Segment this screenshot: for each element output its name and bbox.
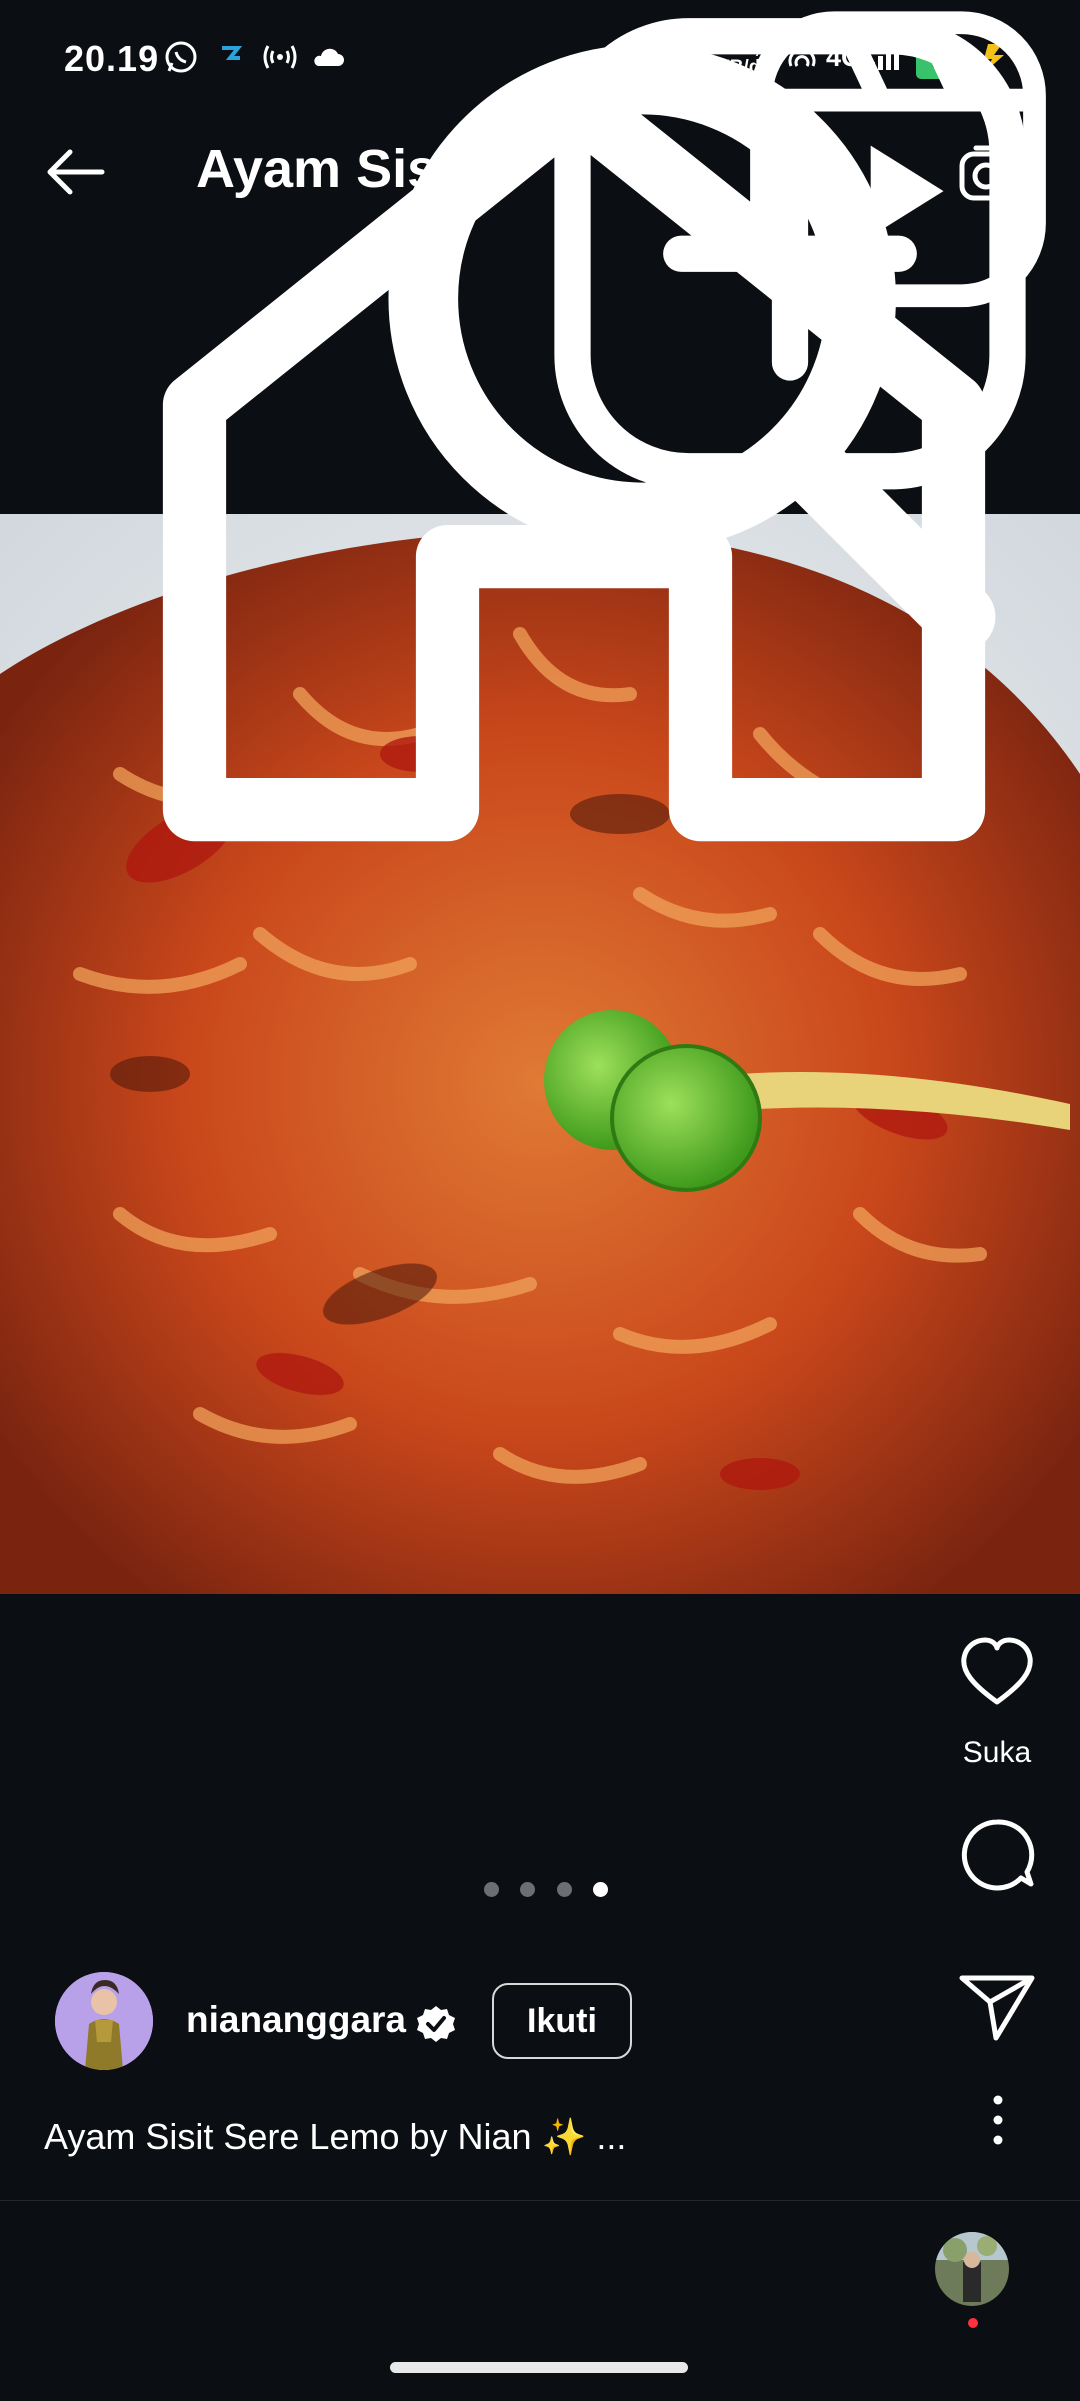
like-heart-icon[interactable]: [952, 1626, 1042, 1716]
post-caption[interactable]: Ayam Sisit Sere Lemo by Nian ✨ ...: [44, 2116, 626, 2158]
carousel-dot: [484, 1882, 499, 1897]
notification-dot: [968, 2318, 978, 2328]
comment-icon[interactable]: [952, 1810, 1042, 1900]
carousel-dot: [556, 1882, 572, 1897]
follow-button[interactable]: Ikuti: [492, 1983, 632, 2059]
verified-badge-icon: [417, 2006, 455, 2042]
profile-avatar[interactable]: [935, 2232, 1009, 2306]
home-gesture-indicator[interactable]: [390, 2362, 688, 2373]
reels-icon[interactable]: [716, 0, 1080, 319]
more-options-icon[interactable]: [980, 2090, 1016, 2150]
author-avatar[interactable]: [55, 1972, 153, 2070]
carousel-dot: [520, 1882, 536, 1897]
carousel-dot-active: [593, 1882, 609, 1897]
share-send-icon[interactable]: [952, 1956, 1042, 2046]
author-username[interactable]: niananggara: [186, 1999, 406, 2041]
carousel-indicator: [484, 1882, 625, 1898]
like-label: Suka: [962, 1736, 1032, 1769]
